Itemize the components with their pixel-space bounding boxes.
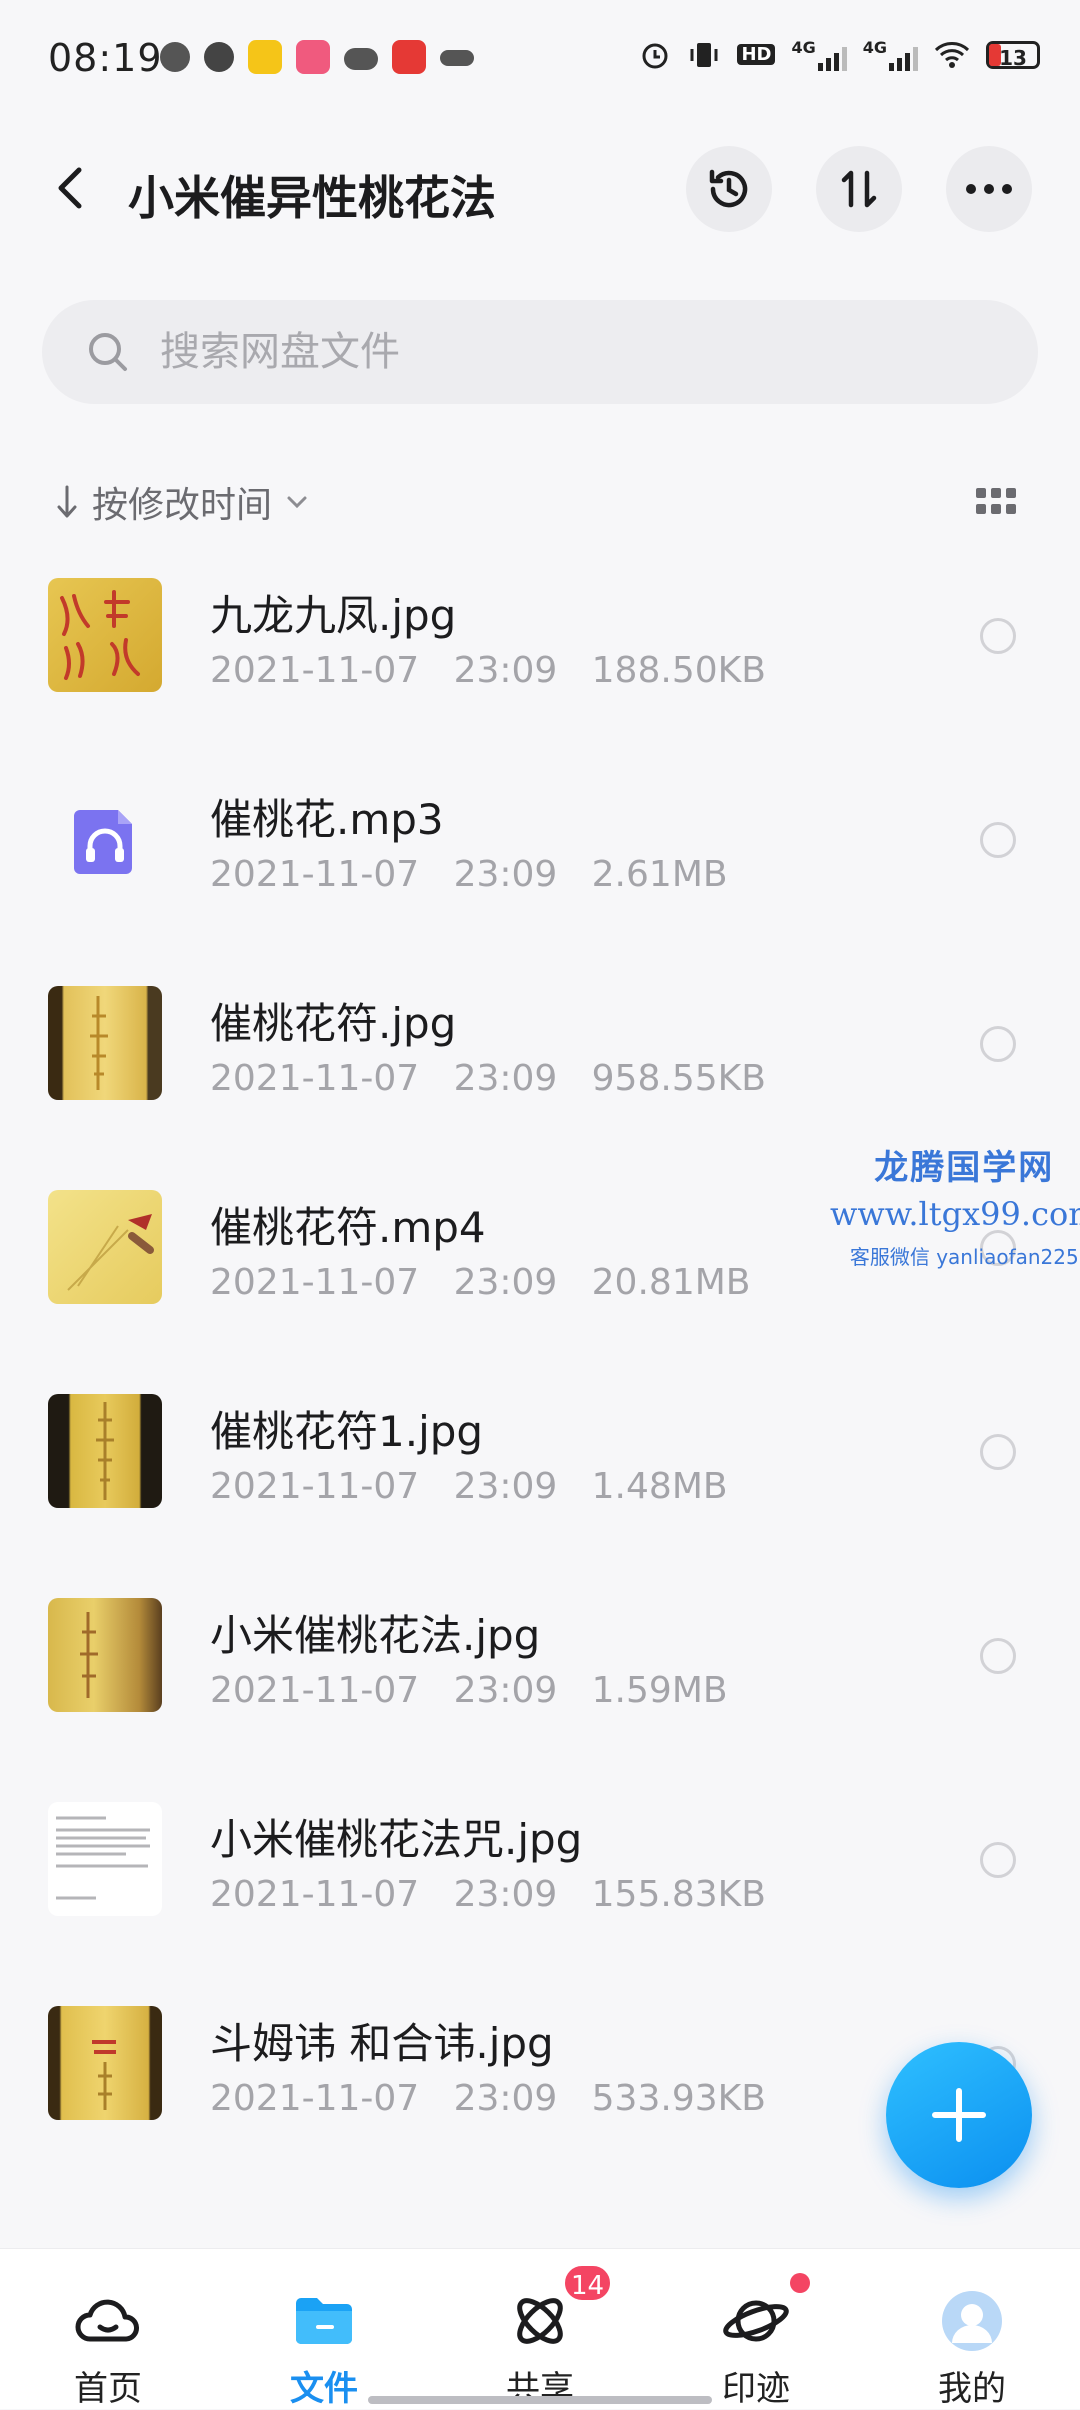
image-thumbnail	[48, 2006, 162, 2120]
vibrate-icon	[690, 42, 718, 67]
search-input[interactable]	[158, 328, 962, 376]
sort-row: 按修改时间	[0, 470, 1080, 530]
select-radio[interactable]	[980, 1842, 1016, 1878]
avatar	[942, 2291, 1002, 2351]
file-meta: 2021-11-07 23:09 2.61MB	[210, 854, 728, 895]
status-bar: 08:19 HD 4G 4G 13	[0, 0, 1080, 120]
battery-icon: 13	[986, 40, 1040, 70]
status-time: 08:19	[48, 36, 163, 80]
network-4g-1: 4G	[791, 38, 847, 71]
nav-home[interactable]: 首页	[0, 2249, 216, 2409]
file-name: 小米催桃花法.jpg	[210, 1611, 541, 1660]
planet-icon	[723, 2300, 789, 2342]
image-thumbnail	[48, 1394, 162, 1508]
history-button[interactable]	[686, 146, 772, 232]
app-notification-icon	[392, 40, 426, 74]
nav-trace[interactable]: 印迹	[648, 2249, 864, 2409]
network-4g-2: 4G	[863, 38, 918, 71]
history-icon	[709, 169, 748, 208]
file-row[interactable]: 九龙九凤.jpg 2021-11-07 23:09 188.50KB	[0, 560, 1080, 764]
file-row[interactable]: 催桃花符1.jpg 2021-11-07 23:09 1.48MB	[0, 1376, 1080, 1580]
file-meta: 2021-11-07 23:09 20.81MB	[210, 1262, 751, 1303]
header: 小米催异性桃花法	[0, 140, 1080, 240]
more-button[interactable]	[946, 146, 1032, 232]
signal-icon	[889, 45, 918, 71]
chevron-down-icon	[287, 496, 307, 509]
notification-icons	[160, 40, 474, 74]
select-radio[interactable]	[980, 822, 1016, 858]
watermark-url: www.ltgx99.com	[830, 1195, 1080, 1233]
app-notification-icon	[204, 42, 234, 72]
home-indicator[interactable]	[368, 2396, 712, 2404]
home-cloud-icon	[75, 2299, 139, 2342]
share-badge: 14	[562, 2263, 614, 2303]
file-meta: 2021-11-07 23:09 1.59MB	[210, 1670, 728, 1711]
select-radio[interactable]	[980, 1026, 1016, 1062]
more-icon	[966, 184, 1012, 194]
alarm-icon	[642, 43, 668, 68]
plus-icon	[932, 2088, 986, 2142]
file-name: 催桃花符.jpg	[210, 999, 457, 1048]
file-name: 催桃花符.mp4	[210, 1203, 486, 1252]
transfer-icon	[841, 170, 877, 208]
search-icon	[89, 333, 127, 371]
wifi-icon	[934, 41, 970, 68]
nav-files[interactable]: 文件	[216, 2249, 432, 2409]
image-thumbnail	[48, 986, 162, 1100]
notification-dot	[790, 2273, 810, 2293]
file-name: 九龙九凤.jpg	[210, 591, 457, 640]
watermark-title: 龙腾国学网	[874, 1148, 1055, 1188]
file-meta: 2021-11-07 23:09 533.93KB	[210, 2078, 766, 2119]
file-name: 小米催桃花法咒.jpg	[210, 1815, 583, 1864]
add-button[interactable]	[886, 2042, 1032, 2188]
image-thumbnail	[48, 578, 162, 692]
nav-home-label: 首页	[74, 2369, 142, 2409]
select-radio[interactable]	[980, 1638, 1016, 1674]
sort-button[interactable]: 按修改时间	[56, 476, 308, 528]
file-meta: 2021-11-07 23:09 188.50KB	[210, 650, 766, 691]
watermark: 龙腾国学网 www.ltgx99.com 客服微信 yanliaofan225	[830, 1140, 1080, 1270]
page-title: 小米催异性桃花法	[128, 171, 496, 225]
nav-me[interactable]: 我的	[864, 2249, 1080, 2409]
video-thumbnail	[48, 1190, 162, 1304]
bottom-nav: 首页 文件 14 共享 印迹 我的	[0, 2248, 1080, 2409]
file-row[interactable]: 小米催桃花法咒.jpg 2021-11-07 23:09 155.83KB	[0, 1784, 1080, 1988]
chevron-left-icon	[58, 167, 82, 209]
document-thumbnail	[48, 1802, 162, 1916]
nav-share[interactable]: 14 共享	[432, 2249, 648, 2409]
file-name: 催桃花.mp3	[210, 795, 444, 844]
grid-view-icon	[976, 488, 986, 498]
file-meta: 2021-11-07 23:09 155.83KB	[210, 1874, 766, 1915]
app-notification-icon	[160, 42, 190, 72]
hd-indicator: HD	[737, 44, 776, 65]
transfer-button[interactable]	[816, 146, 902, 232]
app-notification-icon	[248, 40, 282, 74]
signal-icon	[817, 45, 847, 71]
arrow-down-icon	[57, 485, 77, 518]
search-bar[interactable]	[42, 300, 1038, 404]
file-name: 斗姆讳 和合讳.jpg	[210, 2019, 554, 2068]
folder-icon	[296, 2298, 352, 2344]
file-meta: 2021-11-07 23:09 1.48MB	[210, 1466, 728, 1507]
audio-file-icon	[48, 782, 162, 896]
nav-me-label: 我的	[938, 2369, 1006, 2409]
status-indicators: HD 4G 4G 13	[639, 38, 1040, 71]
app-notification-icon	[296, 40, 330, 74]
back-button[interactable]	[44, 162, 96, 214]
select-radio[interactable]	[980, 1434, 1016, 1470]
app-notification-icon	[440, 50, 474, 66]
select-radio[interactable]	[980, 618, 1016, 654]
cloud-icon	[344, 48, 378, 70]
file-row[interactable]: 催桃花.mp3 2021-11-07 23:09 2.61MB	[0, 764, 1080, 968]
file-row[interactable]: 小米催桃花法.jpg 2021-11-07 23:09 1.59MB	[0, 1580, 1080, 1784]
image-thumbnail	[48, 1598, 162, 1712]
watermark-contact: 客服微信 yanliaofan225	[849, 1245, 1079, 1269]
sort-label: 按修改时间	[92, 485, 273, 526]
file-name: 催桃花符1.jpg	[210, 1407, 484, 1456]
file-meta: 2021-11-07 23:09 958.55KB	[210, 1058, 766, 1099]
grid-view-button[interactable]	[976, 488, 1016, 514]
